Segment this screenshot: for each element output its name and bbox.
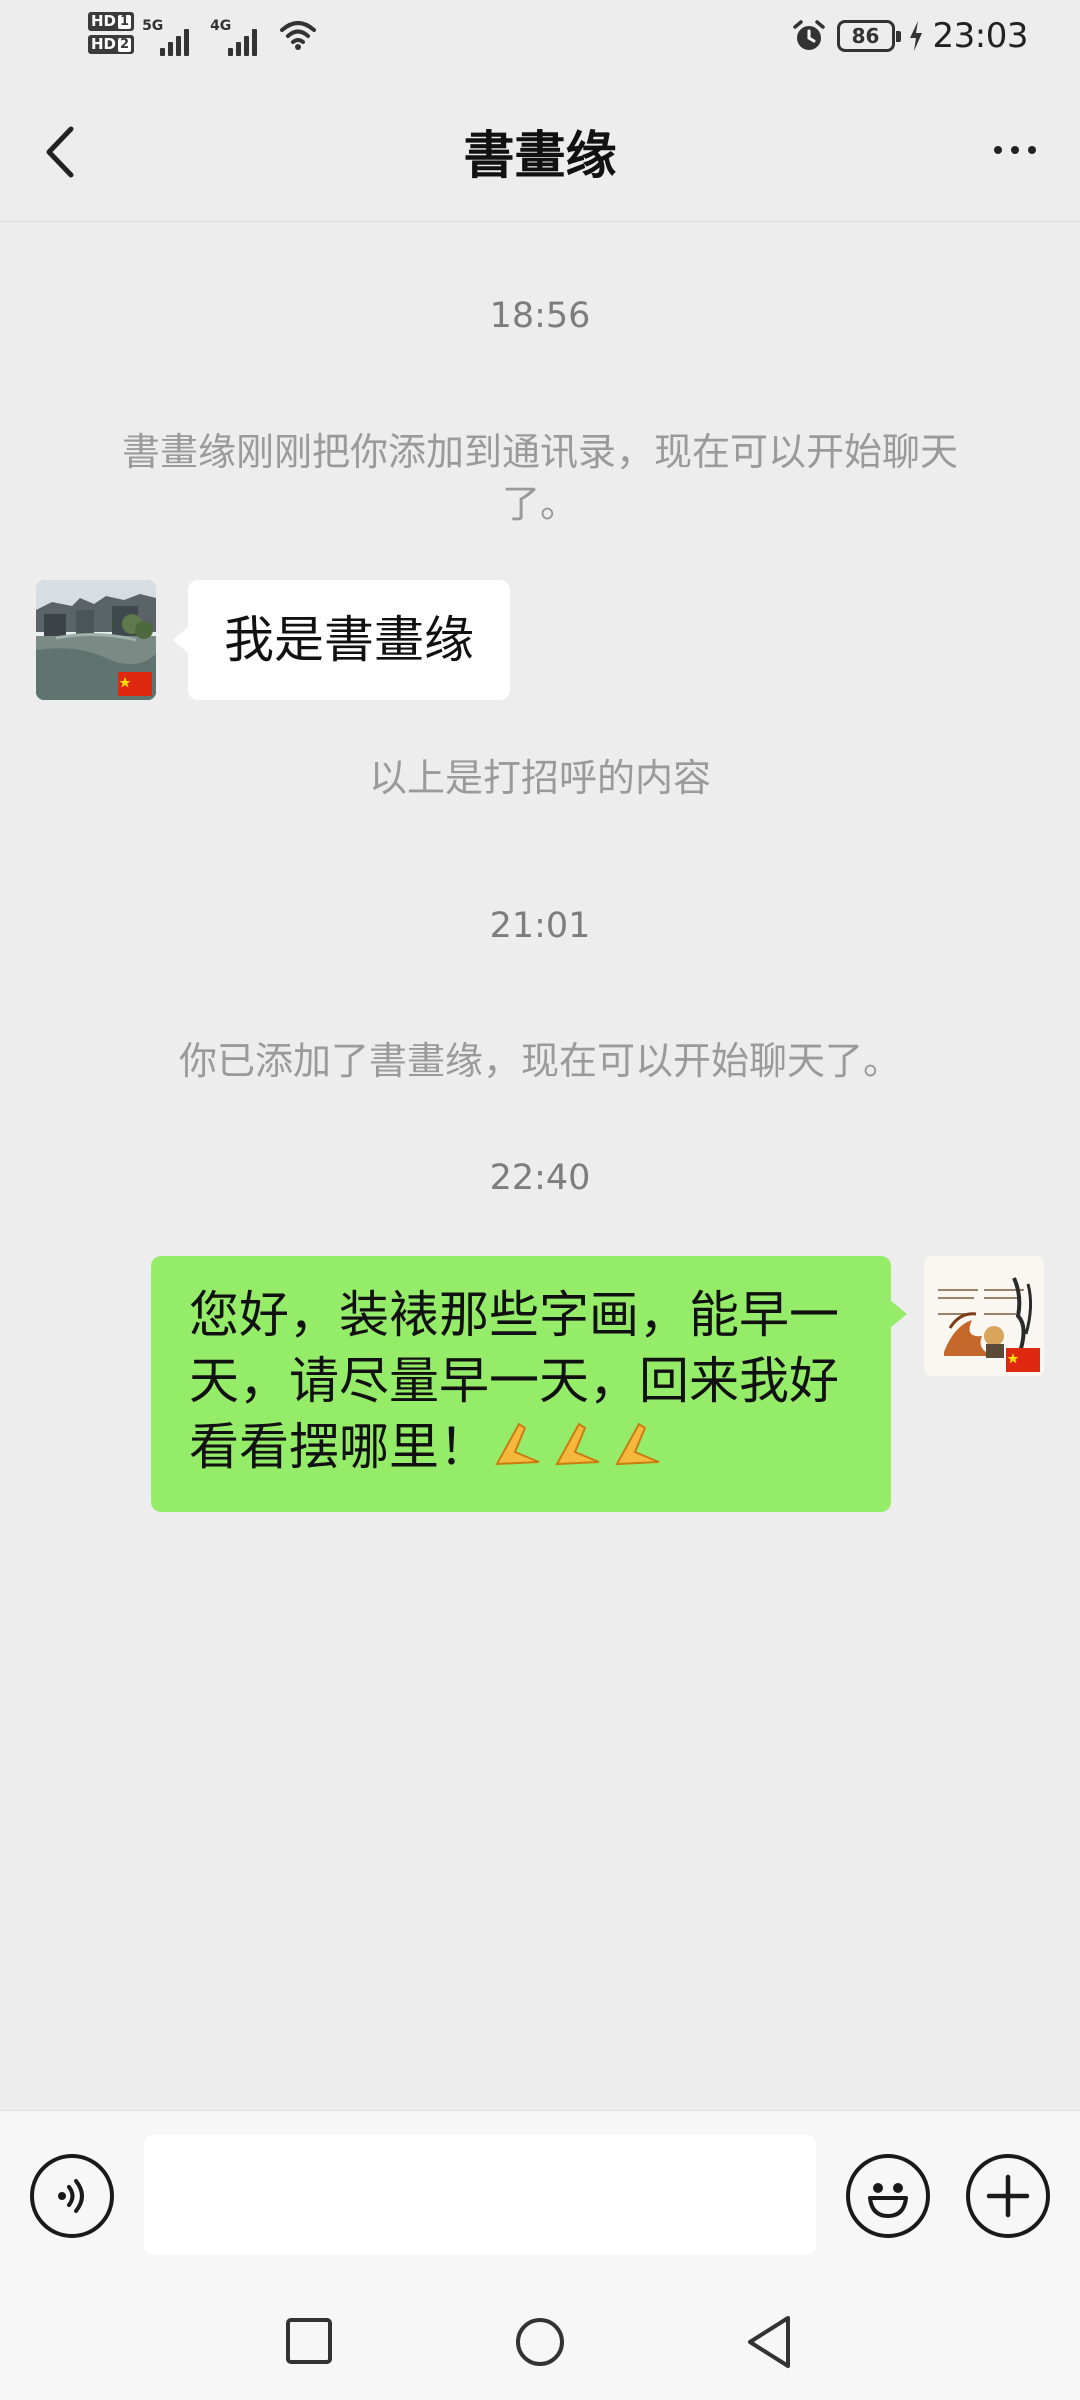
- timestamp-2: 21:01: [489, 906, 591, 946]
- status-bar: HD 1 HD 2 5G 4G 86 23:03: [0, 0, 1080, 80]
- incoming-message-bubble[interactable]: 我是書畫缘: [173, 580, 510, 700]
- system-message-you-added: 你已添加了書畫缘，现在可以开始聊天了。: [178, 1039, 901, 1083]
- voice-button[interactable]: [30, 2154, 114, 2238]
- circle-icon[interactable]: [514, 2316, 566, 2368]
- signal-4g-icon: 4G: [210, 12, 272, 56]
- message-input[interactable]: [144, 2135, 816, 2255]
- triangle-back-icon[interactable]: [744, 2314, 794, 2370]
- system-message-added: 書畫缘刚刚把你添加到通讯录，现在可以开始聊天了。: [121, 430, 958, 526]
- add-button[interactable]: [966, 2154, 1050, 2238]
- square-icon[interactable]: [284, 2316, 334, 2366]
- system-nav-bar: [0, 2280, 1080, 2400]
- input-bar: [0, 2110, 1080, 2280]
- hd-badge-1: HD 1: [88, 12, 135, 31]
- status-time: 23:03: [932, 16, 1029, 56]
- battery-indicator: 86: [836, 20, 901, 52]
- signal-5g-icon: 5G: [142, 12, 204, 56]
- my-avatar-image: [924, 1256, 1044, 1376]
- status-right: 86 23:03: [791, 16, 1029, 56]
- smiley-icon: [868, 2183, 908, 2218]
- folded-hands-emoji: [493, 1418, 671, 1486]
- timestamp-1: 18:56: [489, 296, 591, 336]
- outgoing-message-bubble[interactable]: 您好，装裱那些字画，能早一天，请尽量早一天，回来我好看看摆哪里！: [151, 1256, 907, 1512]
- emoji-button[interactable]: [846, 2154, 930, 2238]
- hd-badge-2: HD 2: [88, 35, 135, 54]
- greeting-note: 以上是打招呼的内容: [368, 756, 711, 800]
- bolt-icon: [909, 21, 922, 51]
- plus-icon: [986, 2174, 1030, 2218]
- chat-screen: HD 1 HD 2 5G 4G 86 23:03 書畫缘 18:56 書畫缘刚刚…: [0, 0, 1080, 2400]
- voice-icon: [58, 2179, 84, 2213]
- more-dot: [1011, 146, 1019, 154]
- timestamp-3: 22:40: [489, 1158, 591, 1198]
- chat-header: 書畫缘: [0, 80, 1080, 222]
- more-dot: [994, 146, 1002, 154]
- contact-avatar[interactable]: [36, 580, 156, 700]
- signal-group: HD 1 HD 2 5G 4G: [88, 12, 318, 56]
- more-button[interactable]: [980, 120, 1050, 180]
- more-dot: [1028, 146, 1036, 154]
- alarm-icon: [792, 20, 825, 50]
- wifi-icon: [280, 21, 317, 50]
- chat-title: 書畫缘: [463, 127, 617, 186]
- my-avatar[interactable]: [924, 1256, 1044, 1376]
- incoming-message-text: 我是書畫缘: [224, 611, 474, 669]
- battery-level: 86: [851, 24, 880, 48]
- contact-avatar-image: [36, 580, 156, 700]
